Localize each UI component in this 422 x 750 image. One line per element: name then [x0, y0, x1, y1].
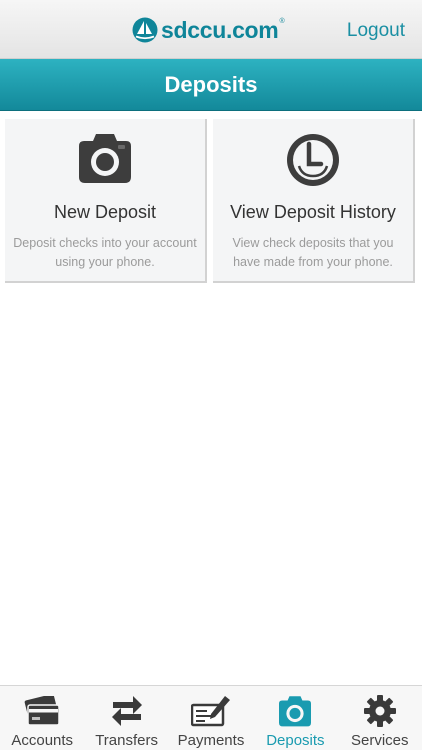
sailboat-logo-icon — [132, 17, 158, 43]
tab-deposits[interactable]: Deposits — [253, 686, 337, 750]
tab-transfers[interactable]: Transfers — [84, 686, 168, 750]
new-deposit-tile[interactable]: New Deposit Deposit checks into your acc… — [5, 119, 207, 283]
tab-payments-label: Payments — [177, 732, 245, 749]
top-header: sdccu.com ® Logout — [0, 0, 422, 59]
app-window: sdccu.com ® Logout Deposits New Deposit … — [0, 0, 422, 750]
transfer-arrows-icon — [84, 693, 168, 729]
tab-services-label: Services — [350, 732, 409, 749]
logout-button[interactable]: Logout — [347, 20, 405, 42]
camera-icon — [253, 693, 337, 729]
page-title: Deposits — [164, 71, 258, 97]
sdccu-logo: sdccu.com ® — [132, 16, 285, 44]
registered-mark: ® — [279, 17, 285, 25]
credit-card-icon — [0, 693, 84, 729]
camera-icon — [5, 132, 205, 188]
view-deposit-history-tile[interactable]: View Deposit History View check deposits… — [213, 119, 415, 283]
view-deposit-history-description: View check deposits that you have made f… — [232, 236, 394, 269]
brand-name: sdccu.com — [161, 16, 279, 43]
tab-services[interactable]: Services — [338, 686, 422, 750]
gear-icon — [338, 693, 422, 729]
tab-accounts-label: Accounts — [11, 732, 74, 749]
tab-deposits-label: Deposits — [266, 732, 325, 749]
clock-history-icon — [213, 132, 413, 188]
new-deposit-title: New Deposit — [53, 202, 157, 222]
new-deposit-description: Deposit checks into your account using y… — [13, 236, 197, 269]
tab-transfers-label: Transfers — [95, 732, 158, 749]
tab-payments[interactable]: Payments — [169, 686, 253, 750]
view-deposit-history-title: View Deposit History — [230, 202, 396, 222]
page-title-bar: Deposits — [0, 59, 422, 111]
check-pen-icon — [169, 693, 253, 729]
bottom-tab-bar: Accounts Transfers Payments Deposits Ser… — [0, 685, 422, 750]
tab-accounts[interactable]: Accounts — [0, 686, 84, 750]
